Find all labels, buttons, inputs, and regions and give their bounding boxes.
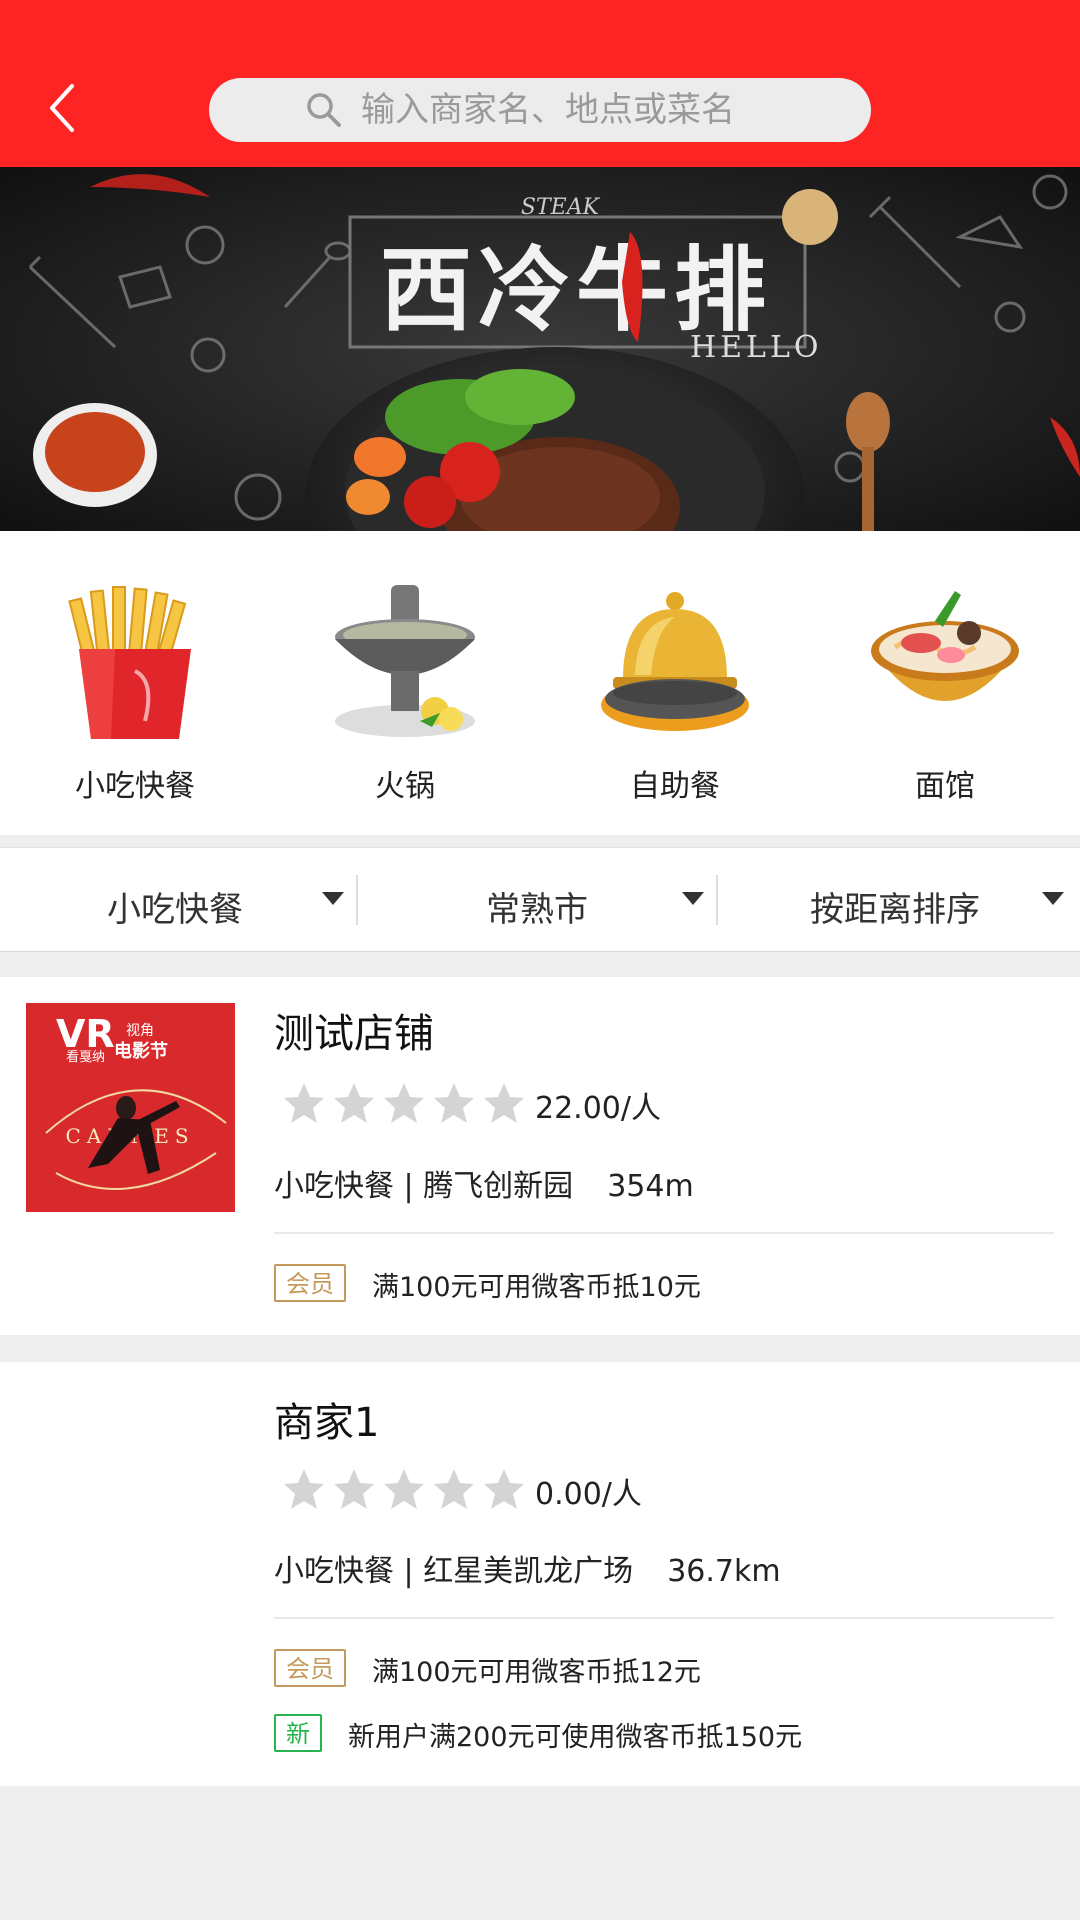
fries-icon — [55, 581, 215, 741]
store-distance: 36.7km — [667, 1554, 781, 1589]
category-label: 面馆 — [915, 769, 975, 804]
chevron-left-icon[interactable] — [44, 80, 84, 136]
svg-text:STEAK: STEAK — [521, 195, 601, 220]
star-icon — [484, 1083, 524, 1123]
divider — [274, 1232, 1054, 1234]
category-snack[interactable]: 小吃快餐 — [0, 531, 270, 835]
store-name: 商家1 — [274, 1400, 380, 1446]
star-icon — [334, 1469, 374, 1509]
star-icon — [384, 1469, 424, 1509]
category-label: 自助餐 — [630, 769, 720, 804]
star-icon — [434, 1469, 474, 1509]
promo-banner[interactable]: STEAK 西冷牛排 HELLO — [0, 167, 1080, 531]
store-meta: 小吃快餐 | 红星美凯龙广场 36.7km — [274, 1554, 781, 1589]
category-label: 火锅 — [375, 769, 435, 804]
banner-title: 西冷牛排 — [380, 237, 772, 344]
caret-down-icon — [1042, 892, 1064, 905]
noodle-bowl-icon — [865, 581, 1025, 741]
search-icon — [305, 91, 343, 129]
filter-label: 常熟市 — [486, 890, 588, 930]
svg-text:视角: 视角 — [126, 1023, 154, 1039]
new-user-badge: 新 — [274, 1714, 322, 1752]
star-icon — [334, 1083, 374, 1123]
filter-bar: 小吃快餐 常熟市 按距离排序 — [0, 847, 1080, 952]
star-icon — [384, 1083, 424, 1123]
category-hotpot[interactable]: 火锅 — [270, 531, 540, 835]
store-card[interactable]: VR 视角 看戛纳 电影节 CANNES 测试店铺 22.00/人 小吃快餐 |… — [0, 977, 1080, 1335]
promo-text: 满100元可用微客币抵12元 — [372, 1657, 701, 1688]
promo-text: 新用户满200元可使用微客币抵150元 — [348, 1722, 803, 1753]
store-distance: 354m — [607, 1169, 694, 1204]
divider — [274, 1617, 1054, 1619]
search-input[interactable]: 输入商家名、地点或菜名 — [209, 78, 871, 142]
store-meta: 小吃快餐 | 腾飞创新园 354m — [274, 1169, 694, 1204]
category-buffet[interactable]: 自助餐 — [540, 531, 810, 835]
star-icon — [484, 1469, 524, 1509]
store-location: 红星美凯龙广场 — [423, 1554, 634, 1589]
category-noodles[interactable]: 面馆 — [810, 531, 1080, 835]
store-category: 小吃快餐 — [274, 1169, 394, 1204]
top-bar: 输入商家名、地点或菜名 — [0, 0, 1080, 167]
star-icon — [284, 1469, 324, 1509]
store-name: 测试店铺 — [274, 1011, 434, 1057]
price-per-person: 22.00/人 — [535, 1091, 661, 1126]
hotpot-icon — [325, 581, 485, 741]
filter-city-dropdown[interactable]: 常熟市 — [358, 848, 716, 951]
caret-down-icon — [322, 892, 344, 905]
price-per-person: 0.00/人 — [535, 1477, 642, 1512]
svg-text:电影节: 电影节 — [114, 1040, 168, 1062]
bell-icon — [595, 581, 755, 741]
star-icon — [284, 1083, 324, 1123]
filter-sort-dropdown[interactable]: 按距离排序 — [718, 848, 1080, 951]
svg-text:看戛纳: 看戛纳 — [66, 1049, 105, 1065]
member-badge: 会员 — [274, 1264, 346, 1302]
store-card[interactable]: 商家1 0.00/人 小吃快餐 | 红星美凯龙广场 36.7km 会员 满100元… — [0, 1362, 1080, 1786]
star-icon — [434, 1083, 474, 1123]
promo-text: 满100元可用微客币抵10元 — [372, 1272, 701, 1303]
store-location: 腾飞创新园 — [423, 1169, 574, 1204]
filter-category-dropdown[interactable]: 小吃快餐 — [0, 848, 358, 951]
store-category: 小吃快餐 — [274, 1554, 394, 1589]
category-grid: 小吃快餐 火锅 自助餐 面馆 — [0, 531, 1080, 835]
member-badge: 会员 — [274, 1649, 346, 1687]
filter-label: 小吃快餐 — [107, 890, 243, 930]
search-placeholder: 输入商家名、地点或菜名 — [361, 90, 735, 130]
banner-subtitle: HELLO — [690, 330, 823, 365]
caret-down-icon — [682, 892, 704, 905]
category-label: 小吃快餐 — [75, 769, 195, 804]
filter-label: 按距离排序 — [810, 890, 980, 930]
store-thumbnail: VR 视角 看戛纳 电影节 CANNES — [26, 1003, 235, 1212]
